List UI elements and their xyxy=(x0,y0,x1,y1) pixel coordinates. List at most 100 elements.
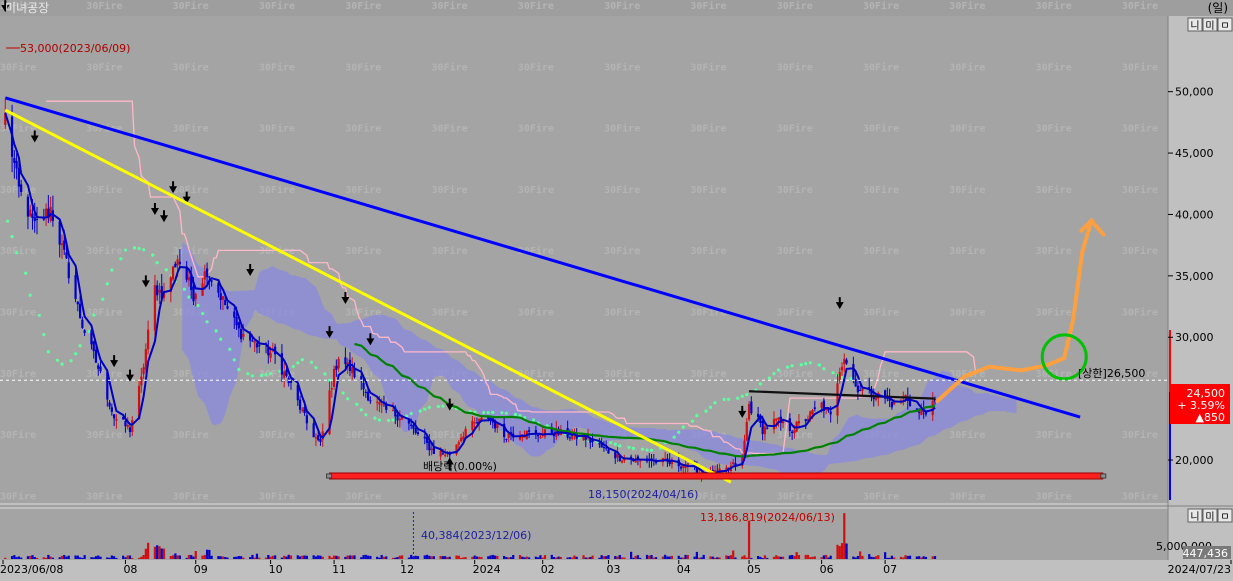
candle-body xyxy=(432,447,435,454)
candle-body xyxy=(298,399,302,410)
candle-body xyxy=(843,358,846,365)
volume-bar xyxy=(235,556,238,559)
volume-bar xyxy=(156,545,159,559)
lagging-dot xyxy=(291,365,295,369)
watermark-text: 30Fire xyxy=(518,184,554,196)
watermark-text: 30Fire xyxy=(1122,429,1158,441)
candle-body xyxy=(110,407,113,412)
candle-body xyxy=(78,303,82,318)
volume-bar xyxy=(552,557,556,559)
lagging-dot xyxy=(92,313,96,317)
volume-bar xyxy=(861,555,864,559)
volume-bar xyxy=(444,556,447,559)
volume-bar xyxy=(226,557,229,559)
lagging-dot xyxy=(46,350,51,354)
volume-bar xyxy=(78,557,82,559)
volume-bar xyxy=(67,555,70,559)
volume-bar xyxy=(353,555,356,559)
candle-body xyxy=(444,454,447,456)
lagging-dot xyxy=(808,361,812,365)
volume-bar xyxy=(763,555,767,559)
watermark-text: 30Fire xyxy=(345,490,381,502)
candle-body xyxy=(63,240,66,250)
volume-bar xyxy=(772,556,776,559)
candle-body xyxy=(147,329,150,350)
volume-bar xyxy=(480,557,483,559)
current-change: ▲850 xyxy=(1196,411,1225,424)
volume-bar xyxy=(709,556,712,559)
volume-bar xyxy=(90,557,93,559)
lagging-dot xyxy=(60,362,64,366)
watermark-text: 30Fire xyxy=(949,0,985,12)
volume-bar xyxy=(362,555,365,559)
watermark-text: 30Fire xyxy=(518,490,554,502)
lagging-dot xyxy=(822,367,826,371)
watermark-text: 30Fire xyxy=(690,61,726,73)
candle-body xyxy=(187,277,191,281)
time-tick-label: 03 xyxy=(606,563,620,576)
lagging-dot xyxy=(613,442,617,446)
lagging-dot xyxy=(672,435,676,439)
volume-bar xyxy=(924,556,928,559)
volume-bar xyxy=(267,555,270,559)
candle-body xyxy=(607,449,610,454)
volume-bar xyxy=(237,556,240,559)
lagging-dot xyxy=(745,393,749,397)
volume-panel[interactable] xyxy=(0,509,1168,560)
high-annotation: 53,000(2023/06/09) xyxy=(20,42,130,55)
lagging-dot xyxy=(15,251,19,255)
lagging-dot xyxy=(151,253,155,257)
candle-body xyxy=(537,434,540,437)
lagging-dot xyxy=(74,352,78,356)
volume-bar xyxy=(788,555,791,559)
volume-bar xyxy=(346,555,349,559)
volume-bar xyxy=(664,554,667,559)
watermark-text: 30Fire xyxy=(1122,245,1158,257)
dividend-annotation: 배당락(0.00%) xyxy=(423,460,497,473)
candle-body xyxy=(17,168,20,187)
lagging-dot xyxy=(182,287,186,291)
support-line[interactable] xyxy=(326,472,1107,480)
watermark-text: 30Fire xyxy=(863,245,899,257)
volume-bar xyxy=(568,557,572,559)
price-tick-label: 50,000 xyxy=(1175,86,1214,99)
volume-min-annotation: 40,384(2023/12/06) xyxy=(421,529,531,542)
volume-bar xyxy=(713,557,717,559)
volume-bar xyxy=(201,555,204,559)
volume-bar xyxy=(441,556,445,559)
volume-bar xyxy=(677,555,680,559)
candle-body xyxy=(156,285,159,296)
candle-body xyxy=(732,462,735,464)
watermark-text: 30Fire xyxy=(690,184,726,196)
lagging-dot xyxy=(142,248,146,252)
candle-body xyxy=(126,425,129,427)
volume-bar xyxy=(811,556,814,559)
lagging-dot xyxy=(722,397,726,402)
lagging-dot xyxy=(300,358,304,362)
watermark-text: 30Fire xyxy=(863,0,899,12)
candle-body xyxy=(344,357,347,365)
volume-bar xyxy=(26,556,30,559)
candle-body xyxy=(471,421,474,430)
volume-bar xyxy=(319,555,322,559)
watermark-text: 30Fire xyxy=(777,61,813,73)
lagging-dot xyxy=(296,361,300,365)
candle-body xyxy=(269,352,272,358)
volume-bar xyxy=(382,556,386,559)
candle-body xyxy=(81,319,84,328)
lagging-dot xyxy=(155,261,159,265)
candle-body xyxy=(568,437,572,439)
volume-bar xyxy=(750,557,753,559)
watermark-text: 30Fire xyxy=(345,429,381,441)
candle-body xyxy=(872,397,875,400)
volume-bar xyxy=(840,543,844,559)
candle-body xyxy=(416,432,420,434)
volume-bar xyxy=(781,556,785,559)
candle-body xyxy=(428,441,431,451)
stock-chart[interactable]: 30Fire 30Fire 30Fire 30Fire 30Fire 30Fire 30Fi… xyxy=(0,0,1233,577)
watermark-text: 30Fire xyxy=(86,0,122,12)
candle-body xyxy=(423,436,426,439)
candle-body xyxy=(475,422,479,424)
candle-body xyxy=(745,421,748,441)
watermark-text: 30Fire xyxy=(1036,61,1072,73)
